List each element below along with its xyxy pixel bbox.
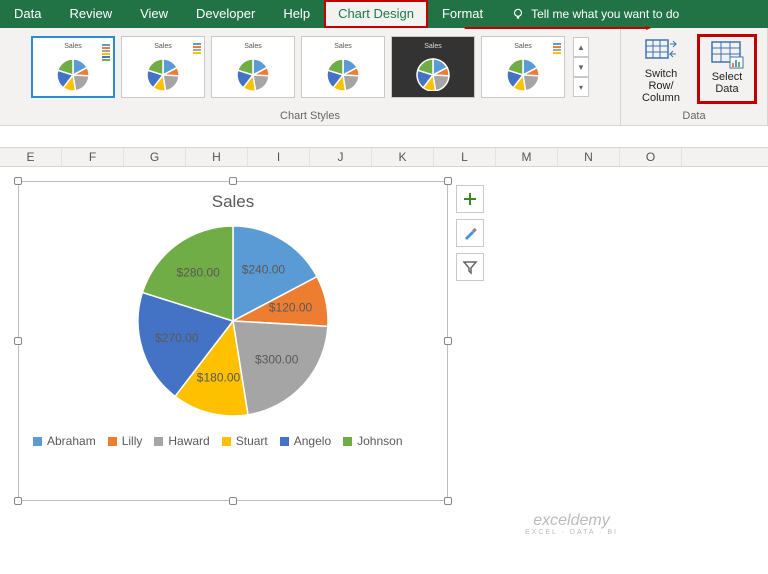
group-data: Switch Row/ Column Select Data Data [621, 28, 768, 125]
tab-help[interactable]: Help [269, 0, 324, 28]
tab-format[interactable]: Format [428, 0, 497, 28]
svg-text:$280.00: $280.00 [176, 266, 220, 280]
watermark: exceldemy EXCEL · DATA · BI [525, 512, 618, 537]
ribbon-body: Sales Sales Sales Sales Sales Sales ▲ ▼ … [0, 28, 768, 126]
chart-style-thumb[interactable]: Sales [31, 36, 115, 98]
group-chart-styles: Sales Sales Sales Sales Sales Sales ▲ ▼ … [0, 28, 621, 125]
gallery-expand[interactable]: ▾ [573, 77, 589, 97]
select-data-button[interactable]: Select Data [697, 34, 757, 104]
chart-style-thumb[interactable]: Sales [211, 36, 295, 98]
pie-chart[interactable]: $240.00 $120.00 $300.00 $180.00 $270.00 $280.… [103, 216, 363, 426]
chart-styles-gallery: Sales Sales Sales Sales Sales Sales ▲ ▼ … [29, 32, 591, 98]
col-header[interactable]: J [310, 148, 372, 166]
col-header[interactable]: E [0, 148, 62, 166]
resize-handle[interactable] [14, 337, 22, 345]
legend-label: Abraham [47, 434, 96, 448]
col-header[interactable]: O [620, 148, 682, 166]
tab-chart-design[interactable]: Chart Design [324, 0, 428, 28]
embedded-chart[interactable]: Sales $240.00 $120.00 $300.00 $180.00 $270.0… [18, 181, 448, 501]
col-header[interactable]: N [558, 148, 620, 166]
column-headers: E F G H I J K L M N O [0, 148, 768, 167]
lightbulb-icon [511, 7, 525, 21]
chart-elements-button[interactable] [456, 185, 484, 213]
resize-handle[interactable] [14, 177, 22, 185]
svg-text:$300.00: $300.00 [255, 353, 299, 367]
legend-item[interactable]: Stuart [222, 434, 268, 448]
group-label-data: Data [682, 108, 705, 123]
legend-swatch [154, 437, 163, 446]
legend-label: Lilly [122, 434, 143, 448]
formula-bar[interactable] [0, 126, 768, 148]
resize-handle[interactable] [444, 497, 452, 505]
legend-swatch [33, 437, 42, 446]
col-header[interactable]: H [186, 148, 248, 166]
select-data-icon [710, 39, 744, 69]
legend-item[interactable]: Lilly [108, 434, 143, 448]
col-header[interactable]: K [372, 148, 434, 166]
legend-item[interactable]: Abraham [33, 434, 96, 448]
gallery-scroll-down[interactable]: ▼ [573, 57, 589, 77]
legend-label: Johnson [357, 434, 402, 448]
svg-text:$240.00: $240.00 [242, 263, 286, 277]
legend-label: Angelo [294, 434, 331, 448]
select-data-label: Select Data [712, 71, 743, 95]
chart-style-thumb[interactable]: Sales [481, 36, 565, 98]
tab-data[interactable]: Data [0, 0, 55, 28]
legend-item[interactable]: Johnson [343, 434, 402, 448]
chart-filter-button[interactable] [456, 253, 484, 281]
resize-handle[interactable] [444, 337, 452, 345]
chart-style-thumb[interactable]: Sales [391, 36, 475, 98]
chart-title[interactable]: Sales [19, 182, 447, 216]
legend-swatch [108, 437, 117, 446]
tell-me-label: Tell me what you want to do [531, 7, 679, 21]
svg-text:$270.00: $270.00 [155, 331, 199, 345]
resize-handle[interactable] [444, 177, 452, 185]
chart-legend[interactable]: Abraham Lilly Haward Stuart Angelo Johnson [19, 426, 447, 456]
legend-label: Stuart [236, 434, 268, 448]
switch-row-column-icon [644, 36, 678, 66]
chart-style-thumb[interactable]: Sales [301, 36, 385, 98]
gallery-scroll-up[interactable]: ▲ [573, 37, 589, 57]
legend-item[interactable]: Haward [154, 434, 209, 448]
col-header[interactable]: L [434, 148, 496, 166]
legend-swatch [280, 437, 289, 446]
col-header[interactable]: I [248, 148, 310, 166]
tab-view[interactable]: View [126, 0, 182, 28]
col-header[interactable]: M [496, 148, 558, 166]
legend-swatch [343, 437, 352, 446]
funnel-icon [462, 259, 478, 275]
tell-me-search[interactable]: Tell me what you want to do [497, 0, 693, 28]
col-header[interactable]: F [62, 148, 124, 166]
resize-handle[interactable] [229, 177, 237, 185]
col-header[interactable]: G [124, 148, 186, 166]
tab-developer[interactable]: Developer [182, 0, 269, 28]
resize-handle[interactable] [229, 497, 237, 505]
group-label-chart-styles: Chart Styles [280, 108, 340, 123]
switch-row-column-label: Switch Row/ Column [633, 68, 689, 104]
svg-text:$180.00: $180.00 [197, 370, 241, 384]
legend-swatch [222, 437, 231, 446]
brush-icon [462, 225, 478, 241]
worksheet-area[interactable]: Sales $240.00 $120.00 $300.00 $180.00 $270.0… [0, 167, 768, 567]
plus-icon [462, 191, 478, 207]
resize-handle[interactable] [14, 497, 22, 505]
legend-item[interactable]: Angelo [280, 434, 331, 448]
ribbon-tabs: Data Review View Developer Help Chart De… [0, 0, 768, 28]
switch-row-column-button[interactable]: Switch Row/ Column [631, 34, 691, 104]
legend-label: Haward [168, 434, 209, 448]
chart-styles-button[interactable] [456, 219, 484, 247]
tab-review[interactable]: Review [55, 0, 126, 28]
chart-style-thumb[interactable]: Sales [121, 36, 205, 98]
svg-text:$120.00: $120.00 [269, 301, 313, 315]
